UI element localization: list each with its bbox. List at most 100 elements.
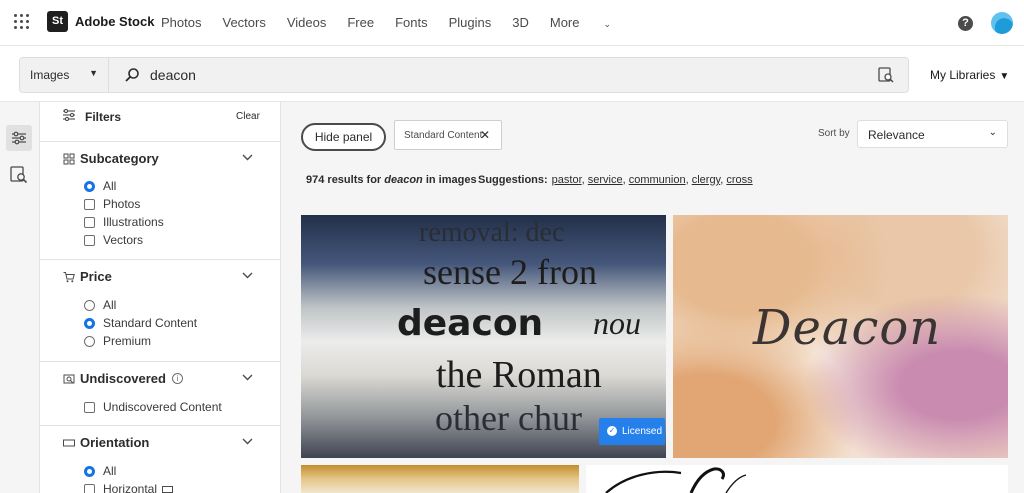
image-text: other chur xyxy=(435,398,582,438)
nav-link-free[interactable]: Free xyxy=(347,15,374,30)
help-icon[interactable]: ? xyxy=(958,16,973,31)
filters-toggle-button[interactable] xyxy=(6,125,32,151)
price-option-standard[interactable]: Standard Content xyxy=(84,316,197,330)
clear-filters-button[interactable]: Clear xyxy=(236,111,260,122)
chevron-down-icon[interactable] xyxy=(242,272,253,279)
radio[interactable] xyxy=(84,299,95,311)
radio-selected[interactable] xyxy=(84,465,95,477)
radio-selected[interactable] xyxy=(84,180,95,192)
nav-link-videos[interactable]: Videos xyxy=(287,15,327,30)
price-header[interactable]: Price xyxy=(63,269,112,284)
result-image-watercolor[interactable]: Deacon xyxy=(673,215,1008,458)
brand-name: Adobe Stock xyxy=(75,14,155,29)
option-label: Illustrations xyxy=(103,215,164,229)
nav-links: Photos Vectors Videos Free Fonts Plugins… xyxy=(161,15,653,30)
option-label: Undiscovered Content xyxy=(103,400,222,414)
undiscovered-option[interactable]: Undiscovered Content xyxy=(84,400,222,414)
result-image[interactable] xyxy=(586,465,1008,493)
adobe-stock-logo: St xyxy=(47,11,68,32)
image-text: Deacon xyxy=(753,300,942,356)
suggestion-link[interactable]: communion xyxy=(629,174,686,186)
check-icon: ✓ xyxy=(607,426,617,436)
chip-label: Standard Content xyxy=(404,130,483,141)
chevron-down-icon: ⌄ xyxy=(603,19,612,29)
my-libraries-menu[interactable]: My Libraries ▼ xyxy=(930,68,1009,82)
nav-link-vectors[interactable]: Vectors xyxy=(222,15,265,30)
brand[interactable]: St Adobe Stock xyxy=(47,11,154,32)
subcategory-option-photos[interactable]: Photos xyxy=(84,197,140,211)
orientation-header[interactable]: Orientation xyxy=(63,435,149,450)
price-section: Price All Standard Content Premium xyxy=(40,259,281,359)
visual-search-rail-button[interactable] xyxy=(6,162,32,188)
subcategory-option-vectors[interactable]: Vectors xyxy=(84,233,143,247)
count-suffix: in images xyxy=(425,174,477,186)
suggestions: Suggestions: pastor, service, communion, … xyxy=(478,174,753,186)
suggestion-link[interactable]: cross xyxy=(726,174,752,186)
image-text: deacon xyxy=(397,303,544,344)
checkbox[interactable] xyxy=(84,216,95,228)
undiscovered-header[interactable]: Undiscovered i xyxy=(63,371,183,386)
result-image[interactable] xyxy=(301,465,579,493)
search-row: Images ▼ deacon My Libraries ▼ xyxy=(0,46,1024,102)
result-image-dictionary[interactable]: removal: dec sense 2 fron deacon nou the… xyxy=(301,215,666,458)
info-icon[interactable]: i xyxy=(171,373,183,384)
subcategory-header[interactable]: Subcategory xyxy=(63,151,159,166)
price-option-all[interactable]: All xyxy=(84,298,116,312)
radio-selected[interactable] xyxy=(84,317,95,329)
option-label: Premium xyxy=(103,334,152,348)
subcategory-option-all[interactable]: All xyxy=(84,179,116,193)
nav-link-fonts[interactable]: Fonts xyxy=(395,15,428,30)
option-label: Horizontal xyxy=(103,482,158,493)
nav-link-photos[interactable]: Photos xyxy=(161,15,201,30)
orientation-option-all[interactable]: All xyxy=(84,464,116,478)
horizontal-icon xyxy=(162,485,174,493)
suggestion-link[interactable]: service xyxy=(588,174,623,186)
nav-link-plugins[interactable]: Plugins xyxy=(449,15,492,30)
orientation-icon xyxy=(63,439,75,446)
image-text: sense 2 fron xyxy=(423,252,597,292)
checkbox[interactable] xyxy=(84,234,95,246)
top-navigation: St Adobe Stock Photos Vectors Videos Fre… xyxy=(0,0,1024,46)
image-text: the Roman xyxy=(436,354,602,396)
chevron-down-icon[interactable] xyxy=(242,154,253,161)
app-switcher-icon[interactable] xyxy=(14,14,30,30)
orientation-option-horizontal[interactable]: Horizontal xyxy=(84,482,174,493)
chevron-down-icon[interactable] xyxy=(242,374,253,381)
checkbox[interactable] xyxy=(84,483,95,493)
search-box: Images ▼ deacon xyxy=(19,57,909,93)
image-text: nou xyxy=(593,305,641,341)
search-icon xyxy=(125,68,139,82)
option-label: Standard Content xyxy=(103,316,198,330)
asset-type-select[interactable]: Images ▼ xyxy=(20,58,109,92)
nav-more-menu[interactable]: More ⌄ xyxy=(550,15,632,30)
search-input[interactable]: deacon xyxy=(150,67,196,83)
calligraphy-art xyxy=(605,467,747,493)
orientation-title: Orientation xyxy=(80,435,150,450)
suggestion-link[interactable]: pastor xyxy=(552,174,582,186)
sort-value: Relevance xyxy=(868,128,925,142)
my-libraries-label: My Libraries xyxy=(930,68,996,82)
chevron-down-icon: ⌄ xyxy=(988,127,997,138)
grid-icon xyxy=(63,153,75,164)
nav-link-3d[interactable]: 3D xyxy=(512,15,529,30)
checkbox[interactable] xyxy=(84,198,95,210)
active-filter-chip[interactable]: Standard Content ✕ xyxy=(394,120,502,150)
price-option-premium[interactable]: Premium xyxy=(84,334,151,348)
chevron-down-icon: ▼ xyxy=(89,68,98,78)
suggestions-label: Suggestions: xyxy=(478,174,548,186)
radio[interactable] xyxy=(84,335,95,347)
sort-select[interactable]: Relevance ⌄ xyxy=(857,120,1008,148)
suggestion-link[interactable]: clergy xyxy=(692,174,721,186)
checkbox[interactable] xyxy=(84,401,95,413)
close-icon[interactable]: ✕ xyxy=(480,128,490,142)
chevron-down-icon[interactable] xyxy=(242,438,253,445)
licensed-badge: ✓ Licensed xyxy=(599,418,665,445)
visual-search-icon[interactable] xyxy=(878,67,894,83)
hide-panel-button[interactable]: Hide panel xyxy=(301,123,386,151)
avatar[interactable] xyxy=(991,12,1013,34)
undiscovered-title: Undiscovered xyxy=(80,371,166,386)
sort-label: Sort by xyxy=(818,128,850,139)
count-query: deacon xyxy=(384,174,423,186)
subcategory-option-illustrations[interactable]: Illustrations xyxy=(84,215,164,229)
price-title: Price xyxy=(80,269,112,284)
